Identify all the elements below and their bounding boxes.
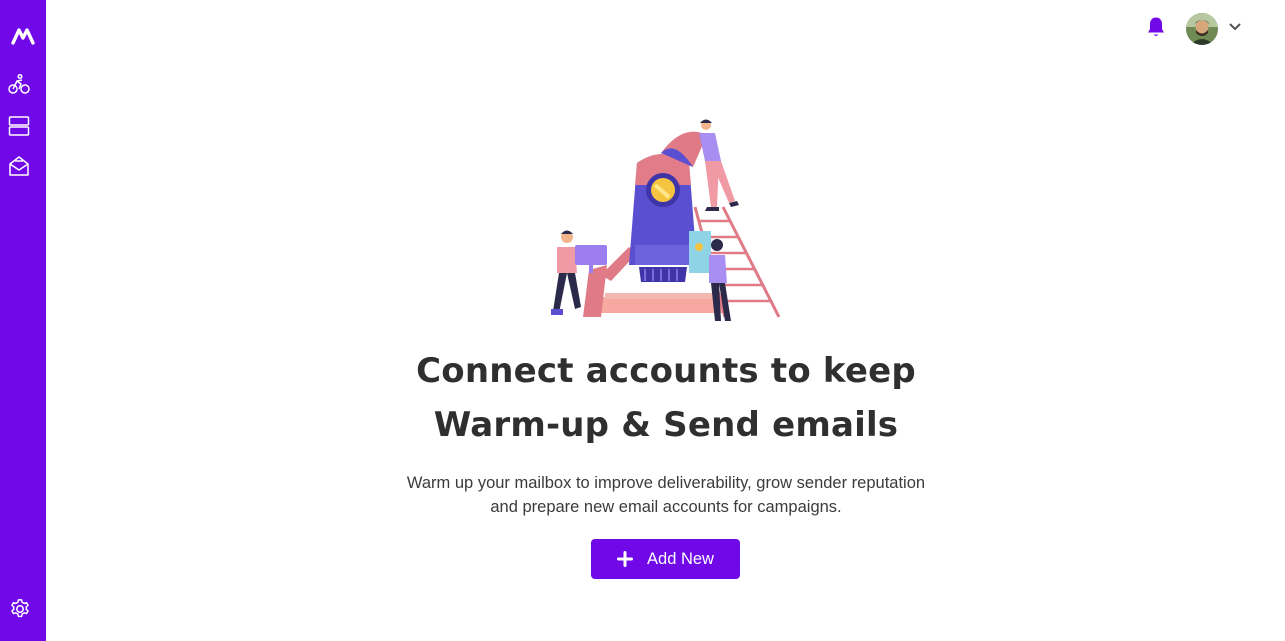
logo-icon[interactable] bbox=[11, 27, 35, 45]
description-line-1: Warm up your mailbox to improve delivera… bbox=[406, 474, 926, 492]
description-line-2: and prepare new email accounts for campa… bbox=[490, 498, 842, 516]
title-line-2: Warm-up & Send emails bbox=[433, 405, 899, 445]
chevron-down-icon[interactable] bbox=[1228, 20, 1242, 34]
page-description: Warm up your mailbox to improve delivera… bbox=[346, 471, 986, 519]
add-new-button[interactable]: Add New bbox=[591, 539, 740, 579]
inbox-icon[interactable] bbox=[8, 155, 30, 177]
bell-icon[interactable] bbox=[1146, 16, 1166, 38]
rocket-launch-illustration bbox=[551, 119, 781, 321]
avatar-image bbox=[1186, 13, 1218, 45]
add-new-label: Add New bbox=[647, 549, 714, 568]
plus-icon bbox=[617, 551, 634, 567]
server-icon[interactable] bbox=[8, 115, 30, 137]
gear-icon[interactable] bbox=[9, 598, 31, 620]
sidebar bbox=[0, 0, 46, 641]
bicycle-icon[interactable] bbox=[8, 73, 30, 95]
page-title: Connect accounts to keep Warm-up & Send … bbox=[346, 344, 986, 452]
avatar[interactable] bbox=[1186, 13, 1218, 45]
title-line-1: Connect accounts to keep bbox=[416, 351, 916, 391]
